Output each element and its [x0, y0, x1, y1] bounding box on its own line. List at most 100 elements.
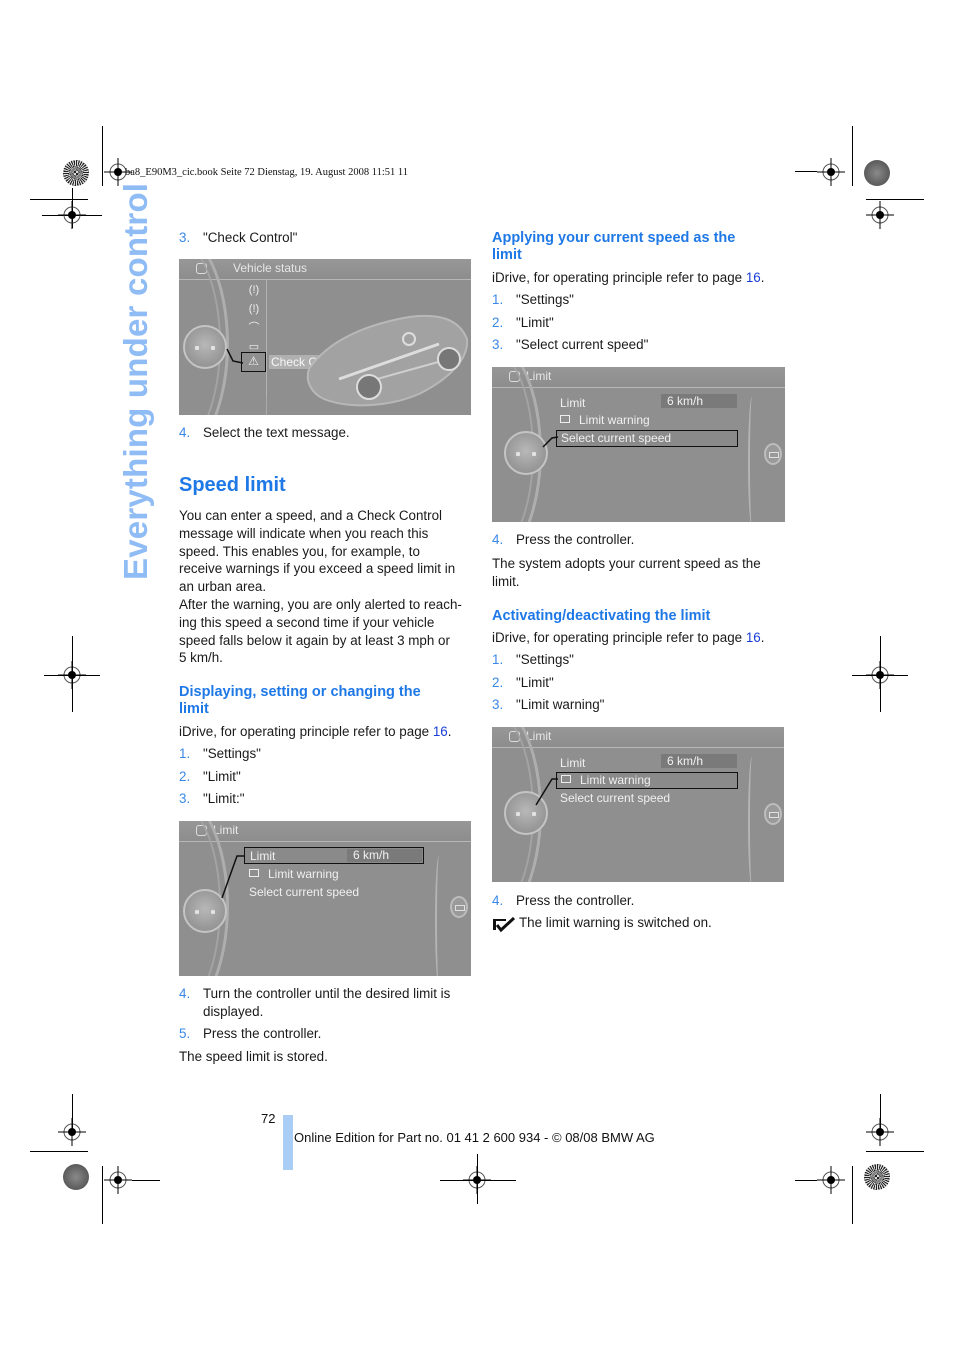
selection-connector: [221, 855, 245, 899]
step-text: "Settings": [516, 652, 574, 667]
crop-line: [852, 675, 908, 676]
scroll-rail: [435, 856, 443, 976]
text-line: receive warnings if you exceed a speed l…: [179, 561, 456, 577]
menu-row-limit-warning: Limit warning: [560, 413, 650, 427]
color-wheel-icon: [864, 160, 890, 186]
step-item: 3. "Limit:": [179, 791, 245, 806]
registration-mark-icon: [58, 201, 86, 229]
status-icon-column: (!) (!) ⌒ ▭: [242, 281, 267, 397]
footer-edition: Online Edition for Part no. 01 41 2 600 …: [294, 1130, 655, 1145]
menu-row-select-current-speed: Select current speed: [556, 430, 738, 447]
title-line: limit: [179, 701, 209, 717]
reference-text: iDrive, for operating principle refer to…: [492, 270, 746, 285]
tire-pressure-icon: (!): [248, 284, 260, 296]
controller-knob-icon: [183, 325, 227, 369]
registration-mark-icon: [817, 158, 845, 186]
color-wheel-icon: [63, 160, 89, 186]
crop-line: [852, 126, 853, 186]
row-label: Limit warning: [580, 773, 651, 787]
text-line: limit.: [492, 573, 520, 589]
step-number: 4.: [179, 425, 191, 440]
result-text: The speed limit is stored.: [179, 1049, 328, 1064]
step-item: 4. Press the controller.: [492, 532, 634, 547]
page-number: 72: [261, 1111, 276, 1126]
checkbox-icon: [249, 869, 259, 877]
menu-row-select-current-speed: Select current speed: [249, 885, 360, 899]
crop-line: [30, 199, 88, 200]
text-line: After the warning, you are only alerted …: [179, 596, 462, 612]
crop-line: [795, 171, 817, 172]
step-text-continued: displayed.: [203, 1004, 264, 1019]
step-text: "Settings": [516, 292, 574, 307]
step-text: Turn the controller until the desired li…: [203, 986, 451, 1001]
limit-value: 6 km/h: [347, 849, 422, 862]
registration-mark-icon: [866, 201, 894, 229]
limit-value: 6 km/h: [661, 394, 737, 408]
step-number: 4.: [492, 893, 504, 908]
crop-line: [132, 1180, 160, 1181]
vehicle-illustration: [306, 314, 469, 407]
step-item: 3. "Limit warning": [492, 697, 604, 712]
step-text: Press the controller.: [203, 1026, 322, 1041]
result-paragraph: The system adopts your current speed as …: [492, 555, 761, 591]
step-number: 2.: [492, 675, 504, 690]
scroll-rail: [748, 397, 756, 522]
text-line: You can enter a speed, and a Check Contr…: [179, 508, 443, 523]
step-number: 1.: [179, 746, 191, 761]
step-number: 1.: [492, 652, 504, 667]
crop-line: [477, 1154, 478, 1204]
reference-text: .: [760, 630, 765, 645]
text-line: speed falls below it again by at least 3…: [179, 632, 450, 648]
page-link[interactable]: 16: [433, 724, 448, 739]
step-number: 1.: [492, 292, 504, 307]
row-label: Limit: [250, 849, 276, 863]
step-number: 3.: [179, 791, 191, 806]
crop-line: [72, 636, 73, 712]
menu-row-limit: Limit: [560, 756, 586, 770]
color-wheel-icon: [864, 1164, 890, 1190]
back-button-icon: [764, 803, 782, 825]
text-line: ing this speed a second time if your veh…: [179, 614, 435, 630]
row-label: Limit warning: [268, 867, 339, 881]
step-number: 3.: [492, 337, 504, 352]
section-title: Speed limit: [179, 474, 286, 496]
limit-screenshot-set: Limit Limit 6 km/h Limit warning Select …: [179, 821, 471, 976]
vehicle-status-screenshot: Vehicle status (!) (!) ⌒ ▭ ⚠ Check Contr…: [179, 259, 471, 415]
crop-line: [866, 1151, 924, 1152]
step-item: 2. "Limit": [179, 769, 241, 784]
step-text: "Limit": [516, 315, 554, 330]
step-item: 1. "Settings": [179, 746, 261, 761]
crop-line: [72, 1094, 73, 1134]
crop-line: [880, 636, 881, 712]
text-line: speed. This enables you, for example, to: [179, 543, 420, 559]
oil-level-icon: ⌒: [248, 322, 260, 334]
subsection-title: Activating/deactivating the limit: [492, 608, 711, 624]
chapter-side-title: Everything under control: [117, 182, 154, 580]
reference-text: .: [760, 270, 765, 285]
back-button-icon: [764, 443, 782, 465]
text-line: an urban area.: [179, 579, 267, 595]
page-link[interactable]: 16: [746, 630, 761, 645]
step-number: 2.: [179, 769, 191, 784]
step-item: 4. Select the text message.: [179, 425, 350, 440]
step-item: 2. "Limit": [492, 315, 554, 330]
color-wheel-icon: [63, 1164, 89, 1190]
footer-accent-bar: [283, 1115, 293, 1170]
menu-row-limit-warning: Limit warning: [556, 772, 738, 789]
screen-header: Limit: [492, 367, 785, 388]
step-text: "Check Control": [203, 230, 298, 245]
checkbox-icon: [561, 775, 571, 783]
menu-row-select-current-speed: Select current speed: [560, 791, 671, 805]
step-item: 3. "Select current speed": [492, 337, 648, 352]
selection-connector: [226, 348, 244, 364]
step-item: 4. Turn the controller until the desired …: [179, 986, 450, 1001]
print-slug: ba8_E90M3_cic.book Seite 72 Dienstag, 19…: [125, 167, 408, 178]
page-link[interactable]: 16: [746, 270, 761, 285]
step-text: "Limit:": [203, 791, 245, 806]
selection-connector: [542, 436, 559, 448]
limit-value: 6 km/h: [661, 754, 737, 768]
step-number: 3.: [179, 230, 191, 245]
limit-screenshot-current-speed: Limit Limit 6 km/h Limit warning Select …: [492, 367, 785, 522]
subsection-title: Applying your current speed as the limit: [492, 230, 735, 264]
text-line: message will indicate when you reach thi…: [179, 525, 429, 541]
